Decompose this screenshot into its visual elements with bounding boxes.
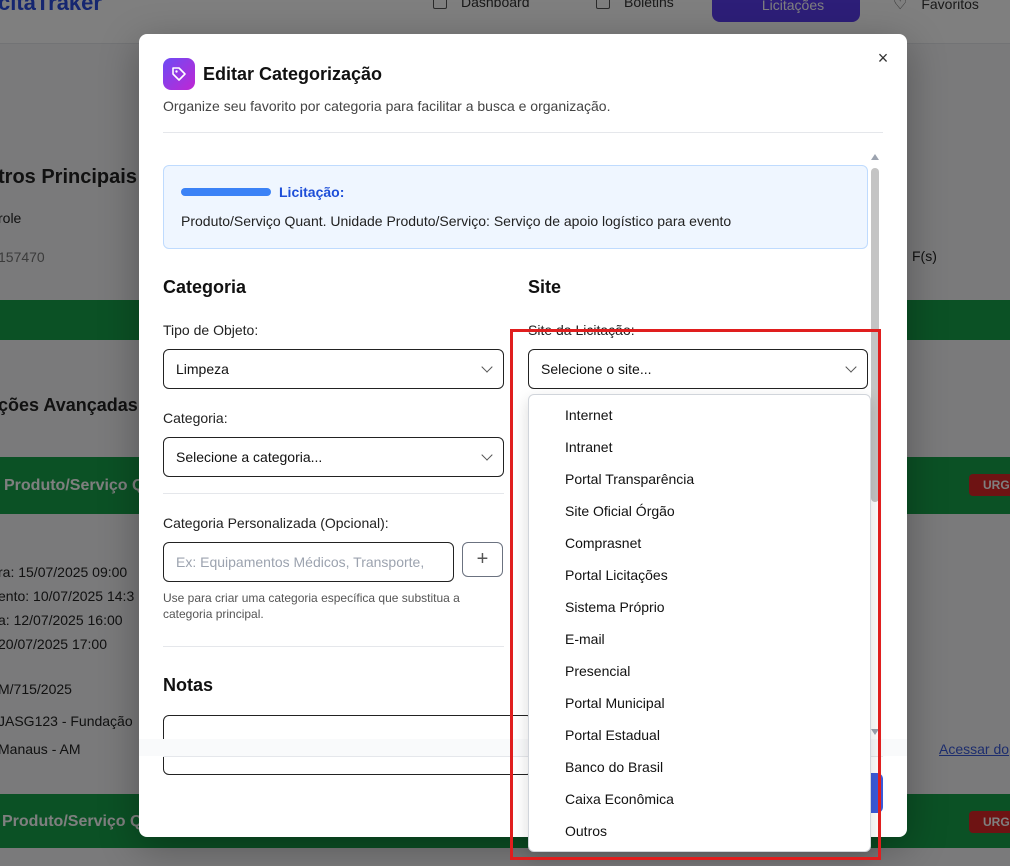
- site-option-banco-do-brasil[interactable]: Banco do Brasil: [565, 759, 663, 775]
- site-option-portal-licitacoes[interactable]: Portal Licitações: [565, 567, 668, 583]
- categoria-label: Categoria:: [163, 410, 228, 426]
- categoria-select[interactable]: Selecione a categoria...: [163, 437, 504, 477]
- tag-icon: [163, 58, 195, 90]
- categoria-heading: Categoria: [163, 277, 247, 297]
- custom-categoria-hint: Use para criar uma categoria específica …: [163, 591, 460, 621]
- site-option-internet[interactable]: Internet: [565, 407, 612, 423]
- header-divider: [163, 132, 883, 133]
- tipo-objeto-label: Tipo de Objeto:: [163, 322, 259, 338]
- scroll-thumb[interactable]: [871, 168, 879, 502]
- site-option-email[interactable]: E-mail: [565, 631, 605, 647]
- chevron-down-icon: [845, 361, 857, 373]
- licitacao-label: Licitação:: [279, 184, 345, 200]
- notes-divider: [163, 646, 504, 647]
- site-option-portal-municipal[interactable]: Portal Municipal: [565, 695, 665, 711]
- notas-heading: Notas: [163, 675, 214, 695]
- site-option-portal-estadual[interactable]: Portal Estadual: [565, 727, 660, 743]
- site-option-caixa-economica[interactable]: Caixa Econômica: [565, 791, 674, 807]
- site-option-intranet[interactable]: Intranet: [565, 439, 612, 455]
- categoria-divider: [163, 493, 504, 494]
- chevron-down-icon: [481, 361, 493, 373]
- licitacao-description: Produto/Serviço Quant. Unidade Produto/S…: [181, 213, 732, 229]
- modal-title: Editar Categorização: [203, 64, 383, 84]
- site-heading: Site: [528, 277, 562, 297]
- modal-subtitle: Organize seu favorito por categoria para…: [163, 98, 611, 114]
- tipo-objeto-select[interactable]: Limpeza: [163, 349, 504, 389]
- site-option-presencial[interactable]: Presencial: [565, 663, 630, 679]
- close-button[interactable]: ×: [875, 49, 891, 67]
- custom-categoria-input[interactable]: Ex: Equipamentos Médicos, Transporte,: [163, 542, 454, 582]
- site-option-sistema-proprio[interactable]: Sistema Próprio: [565, 599, 665, 615]
- site-option-site-oficial-orgao[interactable]: Site Oficial Órgão: [565, 503, 675, 519]
- scroll-down-icon[interactable]: [871, 729, 879, 735]
- site-option-outros[interactable]: Outros: [565, 823, 607, 839]
- custom-categoria-label: Categoria Personalizada (Opcional):: [163, 515, 389, 531]
- chevron-down-icon: [481, 449, 493, 461]
- scroll-up-icon[interactable]: [871, 154, 879, 160]
- site-dropdown-list: Internet Intranet Portal Transparência S…: [528, 394, 871, 852]
- loading-bar: [181, 188, 271, 196]
- scrollbar[interactable]: [871, 154, 879, 735]
- site-option-portal-transparencia[interactable]: Portal Transparência: [565, 471, 694, 487]
- site-select[interactable]: Selecione o site...: [528, 349, 868, 389]
- save-button[interactable]: [869, 773, 883, 813]
- add-categoria-button[interactable]: +: [462, 542, 503, 577]
- licitacao-info-box: Licitação: Produto/Serviço Quant. Unidad…: [163, 165, 868, 249]
- site-label: Site da Licitação:: [528, 322, 635, 338]
- site-option-comprasnet[interactable]: Comprasnet: [565, 535, 641, 551]
